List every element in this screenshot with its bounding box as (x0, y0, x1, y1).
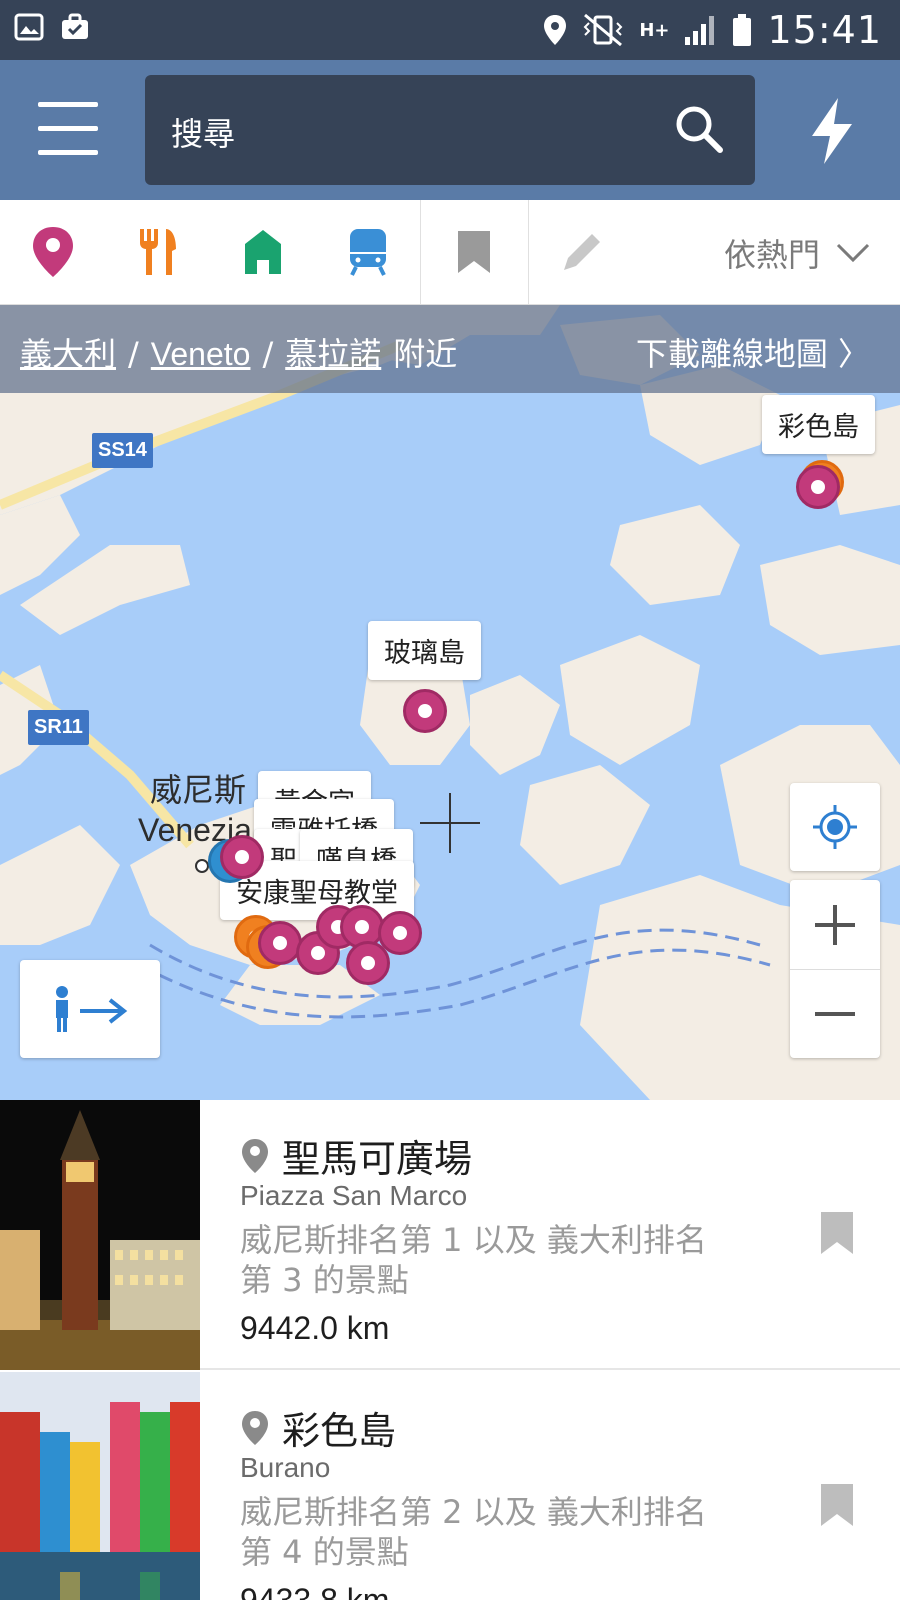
vibrate-mute-icon (583, 13, 623, 47)
search-icon[interactable] (673, 103, 725, 155)
zoom-controls (790, 880, 880, 1058)
map-pin[interactable] (220, 835, 264, 879)
place-rank: 威尼斯排名第 1 以及 義大利排名第 3 的景點 (240, 1221, 707, 1299)
breadcrumb-region[interactable]: Veneto (151, 336, 251, 373)
breadcrumb-city[interactable]: 慕拉諾 (285, 329, 381, 375)
place-title: 彩色島 (240, 1400, 396, 1455)
map-label-murano[interactable]: 玻璃島 (368, 621, 481, 680)
breadcrumb-bar: 義大利 / Veneto / 慕拉諾 附近 下載離線地圖 〉 (0, 305, 900, 393)
thumbnail-image (0, 1100, 200, 1370)
crosshair-icon (420, 793, 480, 853)
bookmark-icon[interactable] (819, 1482, 855, 1528)
search-bar[interactable]: 搜尋 (145, 75, 755, 185)
category-lodging[interactable] (210, 200, 315, 304)
fork-knife-icon (139, 229, 176, 275)
map-label-burano[interactable]: 彩色島 (762, 395, 875, 454)
location-icon (544, 15, 567, 45)
breadcrumb-suffix: 附近 (393, 335, 458, 373)
bookmark-icon[interactable] (819, 1210, 855, 1256)
chevron-down-icon (836, 243, 870, 263)
walking-directions-button[interactable] (20, 960, 160, 1058)
map-pin[interactable] (346, 941, 390, 985)
place-title-text: 聖馬可廣場 (282, 1137, 473, 1181)
search-input[interactable]: 搜尋 (171, 109, 235, 155)
breadcrumb-country[interactable]: 義大利 (20, 329, 116, 375)
road-badge-sr11: SR11 (28, 710, 89, 745)
menu-icon[interactable] (38, 102, 98, 158)
network-type: H+ (639, 19, 670, 41)
thumbnail-image (0, 1372, 200, 1600)
list-item[interactable]: 彩色島 Burano 威尼斯排名第 2 以及 義大利排名第 4 的景點 9433… (0, 1372, 900, 1600)
place-rank: 威尼斯排名第 2 以及 義大利排名第 4 的景點 (240, 1493, 707, 1571)
sort-dropdown[interactable]: 依熱門 (724, 230, 870, 276)
place-title: 聖馬可廣場 (240, 1128, 472, 1183)
map-pin[interactable] (258, 921, 302, 965)
gallery-icon (14, 13, 44, 41)
map-view[interactable]: 義大利 / Veneto / 慕拉諾 附近 下載離線地圖 〉 SS14 SR11… (0, 305, 900, 1100)
category-transport[interactable] (315, 200, 420, 304)
briefcase-check-icon (62, 13, 88, 39)
place-title-text: 彩色島 (282, 1409, 397, 1453)
category-bar: 依熱門 (0, 200, 900, 305)
category-food[interactable] (105, 200, 210, 304)
walking-arrow-icon (56, 986, 128, 1032)
my-location-icon (813, 805, 857, 849)
train-icon (349, 229, 386, 276)
category-sights[interactable] (0, 200, 105, 304)
house-icon (244, 230, 281, 274)
map-pin-icon (32, 227, 73, 277)
bookmark-icon (457, 231, 490, 273)
category-edit[interactable] (529, 200, 634, 304)
places-list: 聖馬可廣場 Piazza San Marco 威尼斯排名第 1 以及 義大利排名… (0, 1100, 900, 1600)
signal-icon (685, 16, 715, 45)
zoom-out-button[interactable] (813, 970, 857, 1058)
pencil-icon (563, 234, 600, 270)
place-distance: 9433.8 km (240, 1582, 390, 1600)
breadcrumb: 義大利 / Veneto / 慕拉諾 附近 (20, 329, 457, 375)
battery-icon (733, 14, 752, 46)
map-pin-murano[interactable] (403, 689, 447, 733)
my-location-button[interactable] (790, 783, 880, 871)
city-label-zh: 威尼斯 (150, 771, 247, 809)
plus-icon (815, 904, 855, 945)
app-header: 搜尋 (0, 60, 900, 200)
list-item[interactable]: 聖馬可廣場 Piazza San Marco 威尼斯排名第 1 以及 義大利排名… (0, 1100, 900, 1370)
category-saved[interactable] (421, 200, 526, 304)
clock: 15:41 (767, 8, 882, 52)
download-offline-map-link[interactable]: 下載離線地圖 〉 (636, 329, 870, 375)
lightning-icon[interactable] (804, 96, 860, 166)
map-pin-burano[interactable] (796, 465, 840, 509)
place-subtitle: Piazza San Marco (240, 1180, 468, 1211)
status-bar: H+ 15:41 (0, 0, 900, 60)
road-badge-ss14: SS14 (92, 433, 153, 468)
city-center-marker (195, 859, 209, 873)
map-pin-icon (242, 1138, 268, 1173)
place-subtitle: Burano (240, 1452, 331, 1483)
map-pin-icon (242, 1410, 268, 1445)
place-distance: 9442.0 km (240, 1310, 390, 1346)
sort-label: 依熱門 (723, 236, 820, 274)
zoom-in-button[interactable] (813, 881, 857, 969)
minus-icon (815, 1011, 855, 1016)
